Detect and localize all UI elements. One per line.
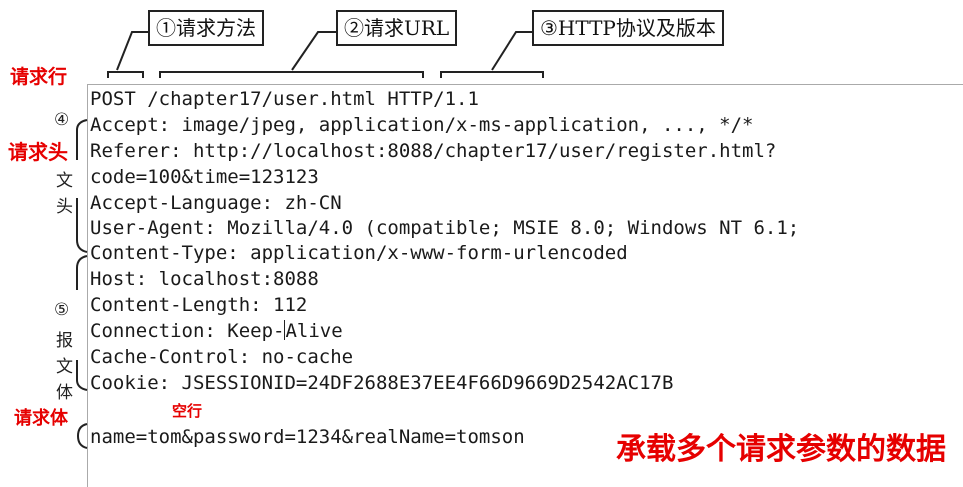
- header-line-connection: Connection: Keep-Alive: [90, 320, 343, 342]
- label-body-note: 承载多个请求参数的数据: [616, 432, 946, 467]
- header-line: code=100&time=123123: [90, 166, 319, 188]
- header-line: Accept: image/jpeg, application/x-ms-app…: [90, 114, 754, 136]
- header-line: User-Agent: Mozilla/4.0 (compatible; MSI…: [90, 217, 800, 239]
- annotation-message-char-1: 报: [56, 331, 73, 351]
- bracket-method: [107, 71, 144, 78]
- request-body-text: name=tom&password=1234&realName=tomson: [90, 426, 525, 448]
- bracket-body: [76, 423, 88, 449]
- annotation-message-char-2: 文: [56, 357, 73, 377]
- connector-url: [291, 31, 336, 71]
- header-line: Content-Type: application/x-www-form-url…: [90, 242, 628, 264]
- header-line: Host: localhost:8088: [90, 268, 319, 290]
- header-line: Accept-Language: zh-CN: [90, 192, 342, 214]
- header-line: Cookie: JSESSIONID=24DF2688E37EE4F66D966…: [90, 372, 674, 394]
- bracket-url: [159, 71, 424, 78]
- connector-method: [116, 31, 148, 71]
- annotation-message-char-3: 体: [56, 383, 73, 403]
- label-request-line: 请求行: [10, 66, 68, 88]
- header-line: Content-Length: 112: [90, 294, 308, 316]
- callout-http-version: ③HTTP协议及版本: [532, 10, 724, 46]
- bracket-protocol: [440, 71, 544, 78]
- callout-request-method: ①请求方法: [148, 10, 264, 46]
- callout-request-url: ②请求URL: [336, 10, 458, 46]
- annotation-header-char-1: 文: [56, 171, 73, 191]
- connector-protocol: [491, 31, 532, 71]
- annotation-header-char-2: 头: [56, 197, 73, 217]
- header-connection-text: Connection: Keep-: [90, 320, 285, 342]
- annotation-header-number: ④: [54, 110, 70, 130]
- label-request-header: 请求头: [8, 140, 68, 164]
- request-line-text: POST /chapter17/user.html HTTP/1.1: [90, 88, 479, 110]
- header-connection-tail: Alive: [285, 320, 343, 342]
- header-line: Cache-Control: no-cache: [90, 346, 354, 368]
- bracket-message: [76, 255, 88, 391]
- annotation-message-number: ⑤: [54, 300, 70, 320]
- bracket-header: [76, 119, 88, 253]
- label-request-body: 请求体: [14, 408, 68, 429]
- header-line: Referer: http://localhost:8088/chapter17…: [90, 140, 777, 162]
- label-blank-line: 空行: [172, 402, 203, 420]
